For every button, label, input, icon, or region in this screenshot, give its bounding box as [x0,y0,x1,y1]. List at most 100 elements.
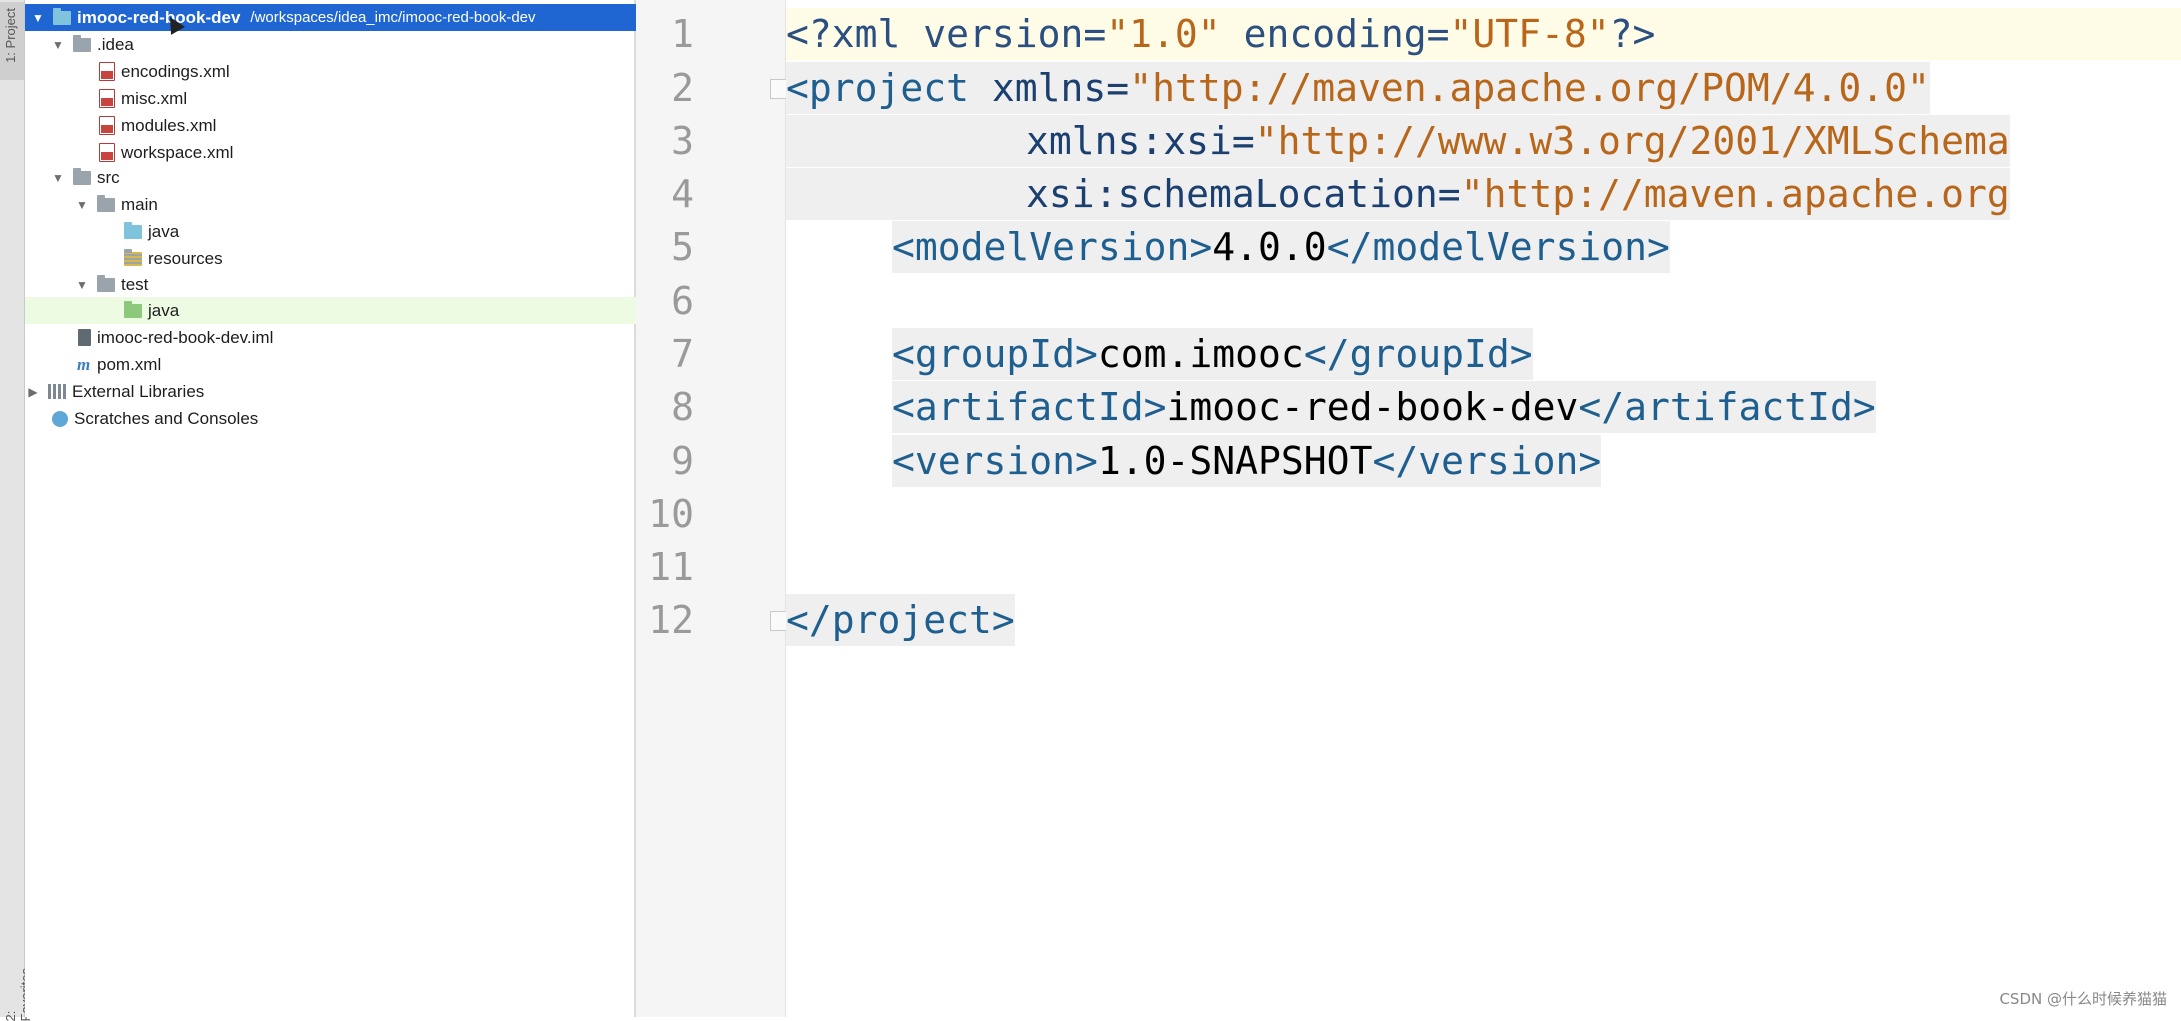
tree-item-resources[interactable]: resources [25,245,733,272]
tree-item-test[interactable]: ▼ test [25,271,684,298]
tag-close: </modelVersion> [1326,225,1670,269]
tree-item-label: main [121,194,158,214]
code-line-2: <project xmlns="http://maven.apache.org/… [786,62,1930,114]
tree-item-label: test [121,274,149,294]
code-line-3: xmlns:xsi="http://www.w3.org/2001/XMLSch… [786,115,2010,167]
tree-item-label: misc.xml [121,88,188,108]
tag-open: <artifactId> [892,385,1167,429]
tree-item-path: /workspaces/idea_imc/imooc-red-book-dev [250,9,536,26]
chevron-down-icon[interactable]: ▼ [51,171,65,185]
code-editor[interactable]: 1 2 3 4 5 6 7 8 9 10 11 12 <?xml version… [636,0,2181,1017]
code-line-5: <modelVersion>4.0.0</modelVersion> [892,221,1670,273]
chevron-down-icon[interactable]: ▼ [31,11,45,25]
chevron-down-icon[interactable]: ▼ [51,38,65,52]
tree-item-scratches[interactable]: Scratches and Consoles [25,405,661,432]
chevron-down-icon[interactable]: ▼ [75,198,89,212]
tag-text: 4.0.0 [1212,225,1327,269]
module-folder-icon [53,7,71,25]
tree-item-label: encodings.xml [121,61,230,81]
attr-value: "1.0" [1106,12,1221,56]
tree-item-label: Scratches and Consoles [74,408,259,428]
tag-close: </project> [786,598,1015,642]
tree-item-external-libraries[interactable]: ▶ External Libraries [25,378,635,405]
attr-value: "http://www.w3.org/2001/XMLSchema [1254,119,2010,163]
tree-item-pom-xml[interactable]: m pom.xml [25,351,686,378]
tree-item-label: java [148,221,180,241]
tree-item-test-java[interactable]: java [25,297,733,324]
line-number: 5 [671,225,694,269]
tag-text: imooc-red-book-dev [1166,385,1579,429]
attr-value: "http://maven.apache.org [1460,172,2010,216]
tree-item-modules-xml[interactable]: modules.xml [25,112,708,139]
tree-item-label: External Libraries [72,381,205,401]
line-number: 4 [671,172,694,216]
tree-item-iml[interactable]: imooc-red-book-dev.iml [25,324,687,351]
tree-item-misc-xml[interactable]: misc.xml [25,85,708,112]
tag-close: </artifactId> [1578,385,1876,429]
line-number: 9 [671,439,694,483]
code-line-7: <groupId>com.imooc</groupId> [892,328,1533,380]
tree-item-main[interactable]: ▼ main [25,191,684,218]
xml-file-icon [99,116,115,135]
tree-item-label: modules.xml [121,115,217,135]
tree-item-src[interactable]: ▼ src [25,164,660,191]
chevron-right-icon[interactable]: ▶ [26,385,40,399]
tree-item-label: workspace.xml [121,142,234,162]
source-folder-icon [124,221,142,239]
code-line-9: <version>1.0-SNAPSHOT</version> [892,435,1602,487]
project-tab-label: 1: Project [3,8,18,63]
tag-open: <project [786,66,970,110]
libraries-icon [48,384,66,399]
tree-item-encodings-xml[interactable]: encodings.xml [25,58,708,85]
folder-icon [73,34,91,52]
code-line-12: </project> [786,594,1015,646]
line-number: 11 [648,545,694,589]
tag-close: </version> [1372,439,1602,483]
project-tool-tab[interactable]: 1: Project [0,2,24,80]
tree-item-main-java[interactable]: java [25,218,733,245]
line-number: 12 [648,598,694,642]
tag-open: <groupId> [892,332,1098,376]
tree-item-idea[interactable]: ▼ .idea [25,31,660,58]
folder-icon [97,194,115,212]
line-number: 10 [648,492,694,536]
tag-text: 1.0-SNAPSHOT [1097,439,1373,483]
tree-item-project-root[interactable]: ▼ imooc-red-book-dev /workspaces/idea_im… [25,4,640,31]
attr-name: xsi:schemaLocation= [1026,172,1461,216]
line-number: 3 [671,119,694,163]
xml-declaration-end: ?> [1609,12,1656,56]
tree-item-label: .idea [97,34,134,54]
tag-text: com.imooc [1097,332,1304,376]
chevron-down-icon[interactable]: ▼ [75,278,89,292]
attr-value: "UTF-8" [1449,12,1610,56]
tool-window-strip: 1: Project 2: Favorites [0,0,33,1021]
code-line-4: xsi:schemaLocation="http://maven.apache.… [786,168,2010,220]
xml-file-icon [99,143,115,162]
tree-item-label: pom.xml [97,354,162,374]
code-area[interactable]: <?xml version="1.0" encoding="UTF-8"?> <… [786,0,2181,1017]
watermark: CSDN @什么时候养猫猫 [1999,990,2167,1008]
attr-name: xmlns:xsi= [1026,119,1255,163]
line-number: 6 [671,279,694,323]
code-line-1: <?xml version="1.0" encoding="UTF-8"?> [786,8,1655,60]
tree-item-workspace-xml[interactable]: workspace.xml [25,139,708,166]
iml-file-icon [78,329,91,346]
xml-file-icon [99,89,115,108]
tag-open: <modelVersion> [892,225,1213,269]
tag-close: </groupId> [1303,332,1533,376]
tag-open: <version> [892,439,1098,483]
attr-name: xmlns= [969,66,1130,110]
line-number: 2 [671,66,694,110]
project-tree: ▼ imooc-red-book-dev /workspaces/idea_im… [25,0,733,1017]
tree-item-label: imooc-red-book-dev.iml [97,327,274,347]
favorites-tool-tab[interactable]: 2: Favorites [0,968,33,1021]
code-line-8: <artifactId>imooc-red-book-dev</artifact… [892,381,1876,433]
folder-icon [97,274,115,292]
xml-file-icon [99,62,115,81]
tree-item-label: imooc-red-book-dev [77,7,241,27]
maven-icon: m [77,354,91,374]
line-number: 8 [671,385,694,429]
tree-item-label: java [148,300,180,320]
folder-icon [73,167,91,185]
scratches-icon [52,410,68,427]
